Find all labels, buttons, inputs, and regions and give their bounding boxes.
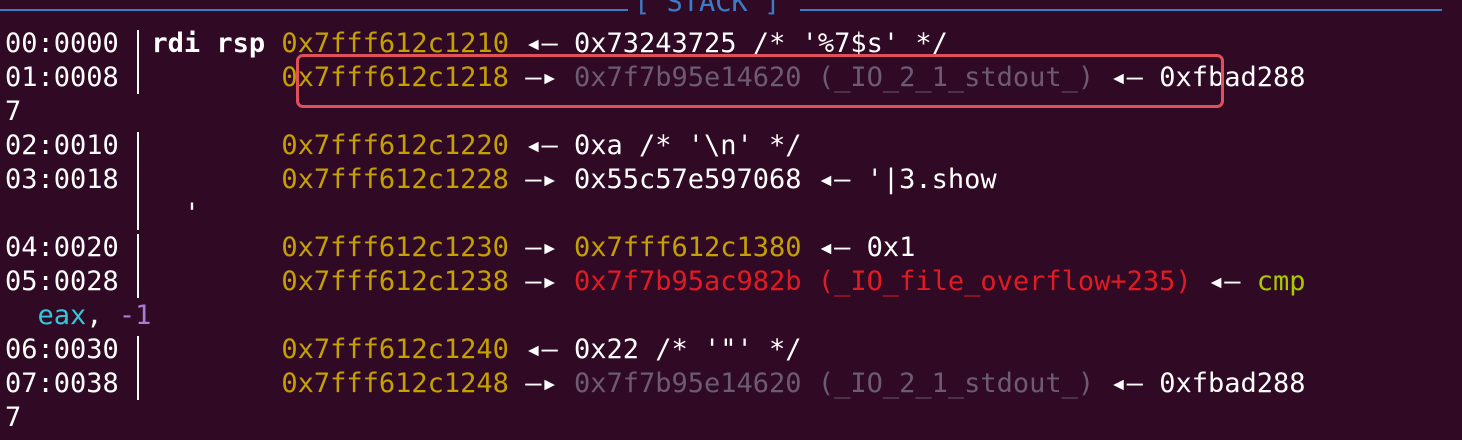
stack-value: 0x7fff612c1380 [573, 232, 802, 263]
stack-address: 0x7fff612c1240 [281, 334, 509, 365]
stack-offset: 00:0000 [5, 28, 119, 59]
arrow-left-icon: ◂— [1207, 266, 1241, 297]
stack-row: 06:0030 0x7fff612c1240 ◂— 0x22 /* '"' */ [5, 333, 802, 367]
stack-offset: 01:0008 [5, 62, 119, 93]
instruction-register: eax [37, 300, 87, 331]
arrow-right-icon: —▸ [525, 164, 558, 195]
stack-value: 0x55c57e597068 [573, 164, 802, 195]
instruction-mnemonic: cmp [1256, 266, 1306, 297]
stack-offset: 05:0028 [5, 266, 119, 297]
stack-row: 03:0018 0x7fff612c1228 —▸ 0x55c57e597068… [5, 163, 997, 197]
wrapped-line: eax, -1 [5, 299, 152, 333]
header-rule-left [0, 9, 628, 11]
wrapped-line: ' [5, 197, 200, 231]
register-labels: rdi rsp [151, 28, 266, 59]
stack-section-header: [ STACK ] [0, 0, 1462, 22]
stack-row: 02:0010 0x7fff612c1220 ◂— 0xa /* '\n' */ [5, 129, 802, 163]
stack-row: 07:0038 0x7fff612c1248 —▸ 0x7f7b95e14620… [5, 367, 1306, 401]
stack-offset: 04:0020 [5, 232, 119, 263]
wrapped-text: 7 [5, 402, 22, 433]
header-rule-right [800, 9, 1442, 11]
stack-offset: 03:0018 [5, 164, 119, 195]
arrow-right-icon: —▸ [525, 368, 558, 399]
operand-separator: , [86, 300, 103, 331]
arrow-right-icon: —▸ [525, 232, 558, 263]
terminal-window: [ STACK ] 00:0000 rdi rsp 0x7fff612c1210… [0, 0, 1462, 440]
arrow-left-icon: ◂— [817, 164, 851, 195]
arrow-right-icon: —▸ [525, 266, 558, 297]
stack-row: 04:0020 0x7fff612c1230 —▸ 0x7fff612c1380… [5, 231, 915, 265]
stack-offset: 06:0030 [5, 334, 119, 365]
arrow-left-icon: ◂— [525, 130, 558, 161]
stack-offset: 07:0038 [5, 368, 119, 399]
stack-value: 0x7f7b95ac982b (_IO_file_overflow+235) [573, 266, 1192, 297]
stack-address: 0x7fff612c1220 [281, 130, 509, 161]
stack-address: 0x7fff612c1238 [281, 266, 509, 297]
highlight-box [296, 54, 1224, 108]
wrapped-line: 7 [5, 401, 21, 435]
instruction-immediate: -1 [118, 300, 152, 331]
arrow-left-icon: ◂— [817, 232, 851, 263]
stack-value: 0x7f7b95e14620 (_IO_2_1_stdout_) [573, 368, 1095, 399]
stack-address: 0x7fff612c1230 [281, 232, 509, 263]
deref-value: 0xfbad288 [1159, 368, 1306, 399]
arrow-left-icon: ◂— [525, 334, 558, 365]
stack-address: 0x7fff612c1228 [281, 164, 509, 195]
stack-address: 0x7fff612c1248 [281, 368, 509, 399]
deref-value: 0x1 [866, 232, 916, 263]
stack-value: 0xa /* '\n' */ [573, 130, 802, 161]
wrapped-text: 7 [5, 96, 22, 127]
stack-row: 05:0028 0x7fff612c1238 —▸ 0x7f7b95ac982b… [5, 265, 1306, 299]
stack-offset: 02:0010 [5, 130, 119, 161]
arrow-left-icon: ◂— [1110, 368, 1143, 399]
wrapped-text: ' [183, 198, 201, 229]
deref-value: '|3.show [866, 164, 997, 195]
wrapped-line: 7 [5, 95, 21, 129]
stack-value: 0x22 /* '"' */ [573, 334, 802, 365]
stack-section-title: [ STACK ] [634, 0, 781, 18]
